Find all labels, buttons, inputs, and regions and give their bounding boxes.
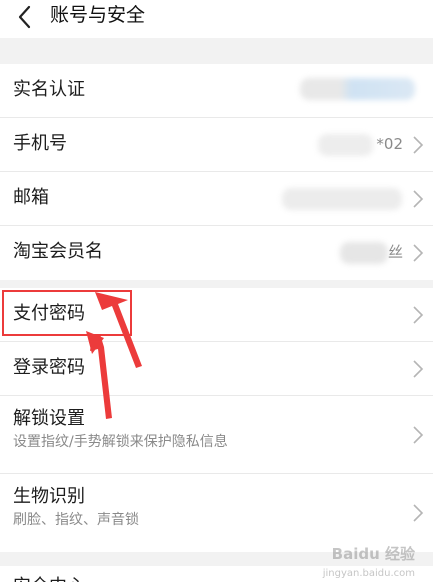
baidu-watermark: Baidu 经验 <box>331 545 415 563</box>
watermark-url: jingyan.baidu.com <box>322 568 415 579</box>
annotation-arrows <box>86 292 142 419</box>
